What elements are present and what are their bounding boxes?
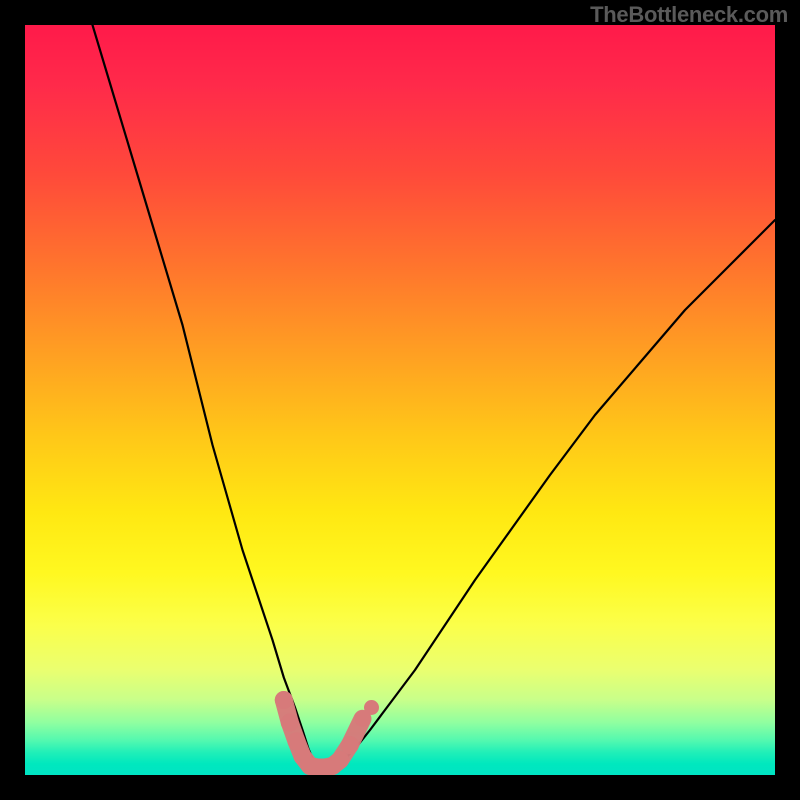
optimal-marker — [331, 751, 349, 769]
optimal-marker — [341, 736, 359, 754]
optimal-marker — [275, 691, 293, 709]
optimal-marker — [281, 714, 299, 732]
outer-frame: TheBottleneck.com — [0, 0, 800, 800]
watermark-text: TheBottleneck.com — [590, 2, 788, 28]
bottleneck-curve — [93, 25, 776, 768]
bottleneck-curve-path — [93, 25, 776, 768]
optimal-marker-isolated — [364, 700, 379, 715]
plot-area — [25, 25, 775, 775]
chart-svg — [25, 25, 775, 775]
optimal-markers — [275, 691, 379, 775]
